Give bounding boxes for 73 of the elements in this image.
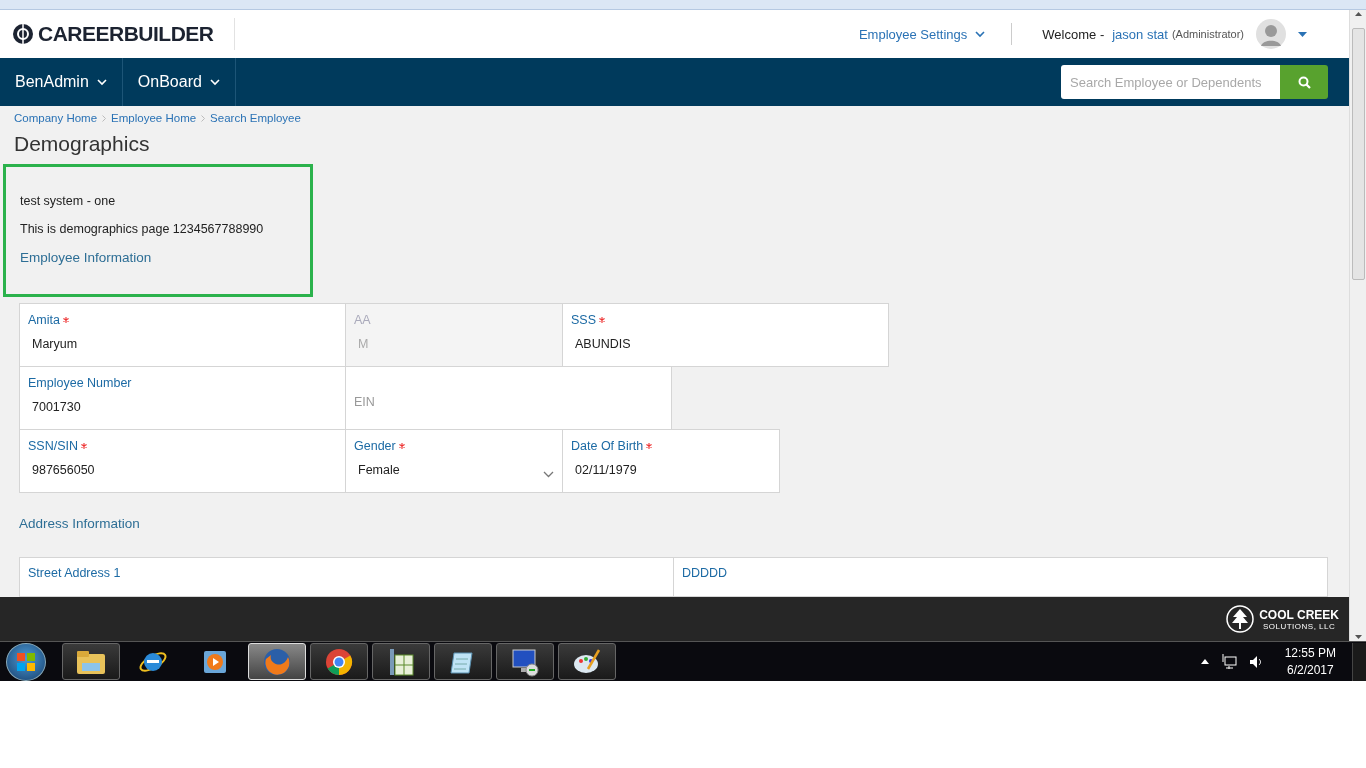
- breadcrumb-link[interactable]: Search Employee: [210, 112, 301, 124]
- dropdown-caret-icon[interactable]: [1298, 31, 1307, 37]
- field-label: Amita: [28, 313, 337, 327]
- taskbar-button[interactable]: [496, 643, 554, 680]
- logo-icon: [12, 23, 34, 45]
- field-value: 987656050: [31, 463, 95, 477]
- speaker-icon[interactable]: [1248, 654, 1263, 669]
- search-icon: [1297, 75, 1311, 89]
- info-text: test system - one: [20, 194, 117, 208]
- network-icon[interactable]: [1220, 654, 1237, 669]
- field-value: 02/11/1979: [574, 463, 637, 477]
- scroll-up-icon[interactable]: [1354, 12, 1362, 16]
- user-name-link[interactable]: jason stat: [1112, 26, 1168, 42]
- field-label: AA: [354, 313, 372, 327]
- taskbar-button[interactable]: [558, 643, 616, 680]
- search-field[interactable]: Search Employee or Dependents: [1061, 65, 1280, 99]
- field-value: Maryum: [31, 337, 78, 351]
- logo-text: CAREERBUILDER: [38, 22, 214, 46]
- chevron-down-icon: [96, 78, 107, 86]
- user-role: (Administrator): [1171, 28, 1244, 40]
- info-text: This is demographics page 1234567788990: [20, 222, 265, 236]
- field-value: M: [357, 337, 369, 351]
- folder-icon: [76, 648, 106, 675]
- employee-settings-menu[interactable]: Employee Settings: [858, 23, 1013, 45]
- show-hidden-icons-icon[interactable]: [1200, 659, 1209, 664]
- form-field[interactable]: Date Of Birth 02/11/1979: [562, 429, 780, 493]
- form-field[interactable]: Amita Maryum: [19, 303, 346, 367]
- field-value: 7001730: [31, 400, 81, 414]
- avatar-icon[interactable]: [1256, 19, 1286, 49]
- field-value: Female: [357, 463, 400, 477]
- field-label: Gender: [354, 439, 554, 453]
- clock[interactable]: 12:55 PM 6/2/2017: [1284, 646, 1336, 677]
- fox-globe-icon: [262, 646, 292, 677]
- page-title: Demographics: [14, 132, 151, 156]
- form-field[interactable]: SSN/SIN 987656050: [19, 429, 346, 493]
- brand-subtitle: SOLUTIONS, LLC: [1262, 621, 1336, 631]
- chrome-icon: [324, 646, 354, 677]
- taskbar-button[interactable]: [434, 643, 492, 680]
- field-label: SSN/SIN: [28, 439, 337, 453]
- select-field[interactable]: Gender Female: [345, 429, 563, 493]
- start-button[interactable]: [6, 642, 46, 681]
- welcome-text: Welcome -: [1042, 26, 1105, 42]
- windows-logo-icon: [17, 652, 35, 671]
- monitor-icon: [510, 646, 540, 677]
- form-field[interactable]: SSS ABUNDIS: [562, 303, 889, 367]
- section-heading: Employee Information: [20, 250, 153, 265]
- taskbar-button[interactable]: [310, 643, 368, 680]
- breadcrumb-link[interactable]: Company Home: [14, 112, 98, 124]
- chevron-right-icon: [201, 114, 206, 122]
- section-heading: Address Information: [19, 516, 141, 531]
- chevron-right-icon: [102, 114, 107, 122]
- clock-date: 6/2/2017: [1286, 663, 1334, 677]
- breadcrumb-link[interactable]: Employee Home: [111, 112, 197, 124]
- taskbar-button[interactable]: [372, 643, 430, 680]
- tree-logo-icon: [1225, 604, 1256, 634]
- chevron-down-icon: [209, 78, 220, 86]
- scrollbar[interactable]: [1349, 10, 1366, 641]
- field-label: Date Of Birth: [571, 439, 771, 453]
- form-field[interactable]: DDDDD: [673, 557, 1328, 597]
- field-label: Employee Number: [28, 376, 133, 390]
- search-button[interactable]: [1280, 65, 1328, 99]
- scroll-down-icon[interactable]: [1354, 635, 1362, 639]
- field-value: ABUNDIS: [574, 337, 631, 351]
- field-label: SSS: [571, 313, 880, 327]
- form-field[interactable]: Street Address 1: [19, 557, 674, 597]
- brand-name: COOL CREEK: [1259, 607, 1339, 622]
- chevron-down-icon: [975, 30, 986, 38]
- chevron-down-icon: [543, 471, 554, 478]
- scroll-thumb[interactable]: [1351, 28, 1365, 280]
- taskbar-button[interactable]: [62, 643, 120, 680]
- play-icon: [202, 648, 228, 675]
- clock-time: 12:55 PM: [1284, 646, 1336, 660]
- form-field[interactable]: Employee Number 7001730: [19, 366, 346, 430]
